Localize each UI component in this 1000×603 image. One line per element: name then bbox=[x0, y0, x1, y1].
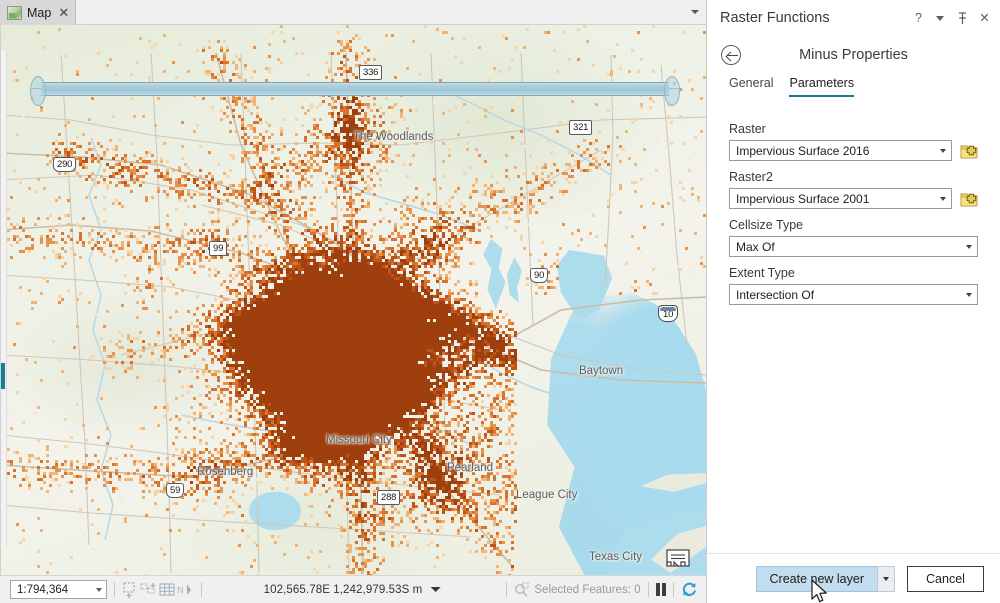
tab-parameters[interactable]: Parameters bbox=[789, 76, 855, 97]
raster2-label: Raster2 bbox=[729, 170, 773, 184]
highway-shield-icon: 288 bbox=[377, 490, 401, 505]
add-raster-folder-icon[interactable] bbox=[960, 190, 978, 208]
field-raster2: Raster2 Impervious Surface 2001 bbox=[729, 170, 978, 209]
place-label: Texas City bbox=[589, 551, 643, 563]
raster-functions-pane: Raster Functions ? ✕ Minus Properties Ge… bbox=[706, 0, 1000, 603]
divider bbox=[201, 582, 202, 597]
select-features-icon[interactable] bbox=[140, 582, 158, 598]
place-label: Pearland bbox=[447, 462, 494, 474]
chevron-down-icon[interactable] bbox=[689, 6, 701, 18]
arcgis-pro-window: Map ✕ The Woodlands Missouri City Rosenb… bbox=[0, 0, 1000, 603]
pane-footer: Create new layer Cancel bbox=[707, 553, 1000, 603]
raster-value: Impervious Surface 2016 bbox=[736, 143, 870, 158]
extent-type-value: Intersection Of bbox=[736, 287, 815, 302]
coordinate-value: 102,565.78E 1,242,979.53S m bbox=[263, 583, 423, 596]
coordinate-readout: 102,565.78E 1,242,979.53S m bbox=[264, 584, 443, 596]
select-by-rectangle-icon[interactable] bbox=[122, 581, 140, 598]
divider bbox=[506, 582, 508, 597]
cellsize-type-dropdown[interactable]: Max Of bbox=[729, 236, 978, 257]
pane-title-bar: Raster Functions ? ✕ bbox=[707, 0, 1000, 36]
highway-shield-icon: 321 bbox=[569, 120, 593, 135]
highway-shield-icon: 99 bbox=[209, 241, 228, 256]
raster-label: Raster bbox=[729, 122, 766, 136]
chevron-down-icon bbox=[964, 241, 975, 252]
cancel-button[interactable]: Cancel bbox=[907, 565, 984, 592]
map-status-bar: 1:794,364 N 102,565.78E 1,242,979.53S m … bbox=[0, 575, 706, 603]
selected-features-readout: Selected Features: 0 bbox=[514, 582, 641, 597]
chevron-down-icon bbox=[938, 145, 949, 156]
map-view-region: Map ✕ The Woodlands Missouri City Rosenb… bbox=[0, 0, 706, 603]
map-tab-strip: Map ✕ bbox=[0, 0, 706, 25]
collapsed-pane-rail bbox=[1, 50, 7, 547]
extent-type-label: Extent Type bbox=[729, 266, 795, 280]
close-icon[interactable]: ✕ bbox=[56, 6, 69, 19]
navigate-icon[interactable]: N bbox=[176, 582, 194, 598]
pane-tab-bar: General Parameters bbox=[707, 74, 1000, 104]
close-icon[interactable]: ✕ bbox=[978, 11, 991, 25]
selected-features-label: Selected Features: 0 bbox=[534, 583, 641, 596]
selection-band-graphic bbox=[30, 76, 680, 106]
pane-menu-icon[interactable] bbox=[934, 11, 947, 25]
map-tab-label: Map bbox=[27, 5, 52, 20]
highway-shield-icon: 59 bbox=[166, 483, 185, 498]
highway-shield-icon: 290 bbox=[53, 157, 77, 172]
place-label: Baytown bbox=[579, 365, 624, 377]
divider bbox=[673, 582, 674, 597]
chevron-down-icon bbox=[964, 289, 975, 300]
add-raster-folder-icon[interactable] bbox=[960, 142, 978, 160]
scale-value: 1:794,364 bbox=[17, 583, 69, 596]
create-new-layer-button[interactable]: Create new layer bbox=[755, 565, 877, 592]
pane-title-buttons: ? ✕ bbox=[912, 11, 991, 25]
place-label: League City bbox=[516, 489, 578, 501]
selected-features-icon bbox=[515, 582, 529, 597]
refresh-icon[interactable] bbox=[681, 581, 698, 598]
map-tab[interactable]: Map ✕ bbox=[0, 0, 77, 25]
chevron-down-icon[interactable] bbox=[430, 585, 442, 595]
chevron-down-icon bbox=[938, 193, 949, 204]
pane-title: Raster Functions bbox=[720, 10, 830, 26]
tab-general[interactable]: General bbox=[729, 76, 773, 97]
chevron-down-icon bbox=[95, 585, 104, 594]
collapsed-pane-indicator[interactable] bbox=[1, 363, 5, 389]
raster2-value: Impervious Surface 2001 bbox=[736, 191, 870, 206]
map-thumbnail-icon bbox=[7, 5, 22, 20]
status-bar-right-group: Selected Features: 0 bbox=[499, 581, 698, 598]
help-icon[interactable]: ? bbox=[912, 11, 925, 25]
attribute-table-icon[interactable] bbox=[158, 582, 176, 598]
back-arrow-icon[interactable] bbox=[721, 45, 741, 65]
divider bbox=[647, 582, 649, 597]
highway-shield-icon: 90 bbox=[530, 268, 549, 283]
function-title: Minus Properties bbox=[799, 47, 908, 63]
place-label: Missouri City bbox=[326, 434, 392, 446]
field-raster: Raster Impervious Surface 2016 bbox=[729, 122, 978, 161]
scale-selector[interactable]: 1:794,364 bbox=[10, 580, 107, 599]
raster2-dropdown[interactable]: Impervious Surface 2001 bbox=[729, 188, 952, 209]
cellsize-type-value: Max Of bbox=[736, 239, 775, 254]
pause-drawing-icon[interactable] bbox=[655, 583, 666, 596]
extent-type-dropdown[interactable]: Intersection Of bbox=[729, 284, 978, 305]
pane-function-header: Minus Properties bbox=[707, 36, 1000, 74]
parameters-form: Raster Impervious Surface 2016 Raster2 I… bbox=[707, 104, 1000, 553]
basemap-legend-icon[interactable] bbox=[664, 547, 692, 569]
place-label: The Woodlands bbox=[353, 131, 434, 143]
field-cellsize-type: Cellsize Type Max Of bbox=[729, 218, 978, 257]
highway-shield-icon: 10 bbox=[658, 305, 679, 322]
pin-icon[interactable] bbox=[956, 11, 969, 25]
divider bbox=[114, 582, 115, 597]
chevron-down-icon[interactable] bbox=[877, 565, 895, 592]
place-label: Rosenberg bbox=[197, 466, 254, 478]
roads-layer bbox=[1, 52, 706, 574]
field-extent-type: Extent Type Intersection Of bbox=[729, 266, 978, 305]
raster-dropdown[interactable]: Impervious Surface 2016 bbox=[729, 140, 952, 161]
highway-shield-icon: 336 bbox=[359, 65, 383, 80]
cellsize-type-label: Cellsize Type bbox=[729, 218, 804, 232]
map-canvas[interactable]: The Woodlands Missouri City Rosenberg Pearl… bbox=[0, 25, 706, 575]
create-new-layer-split-button: Create new layer bbox=[755, 565, 895, 592]
